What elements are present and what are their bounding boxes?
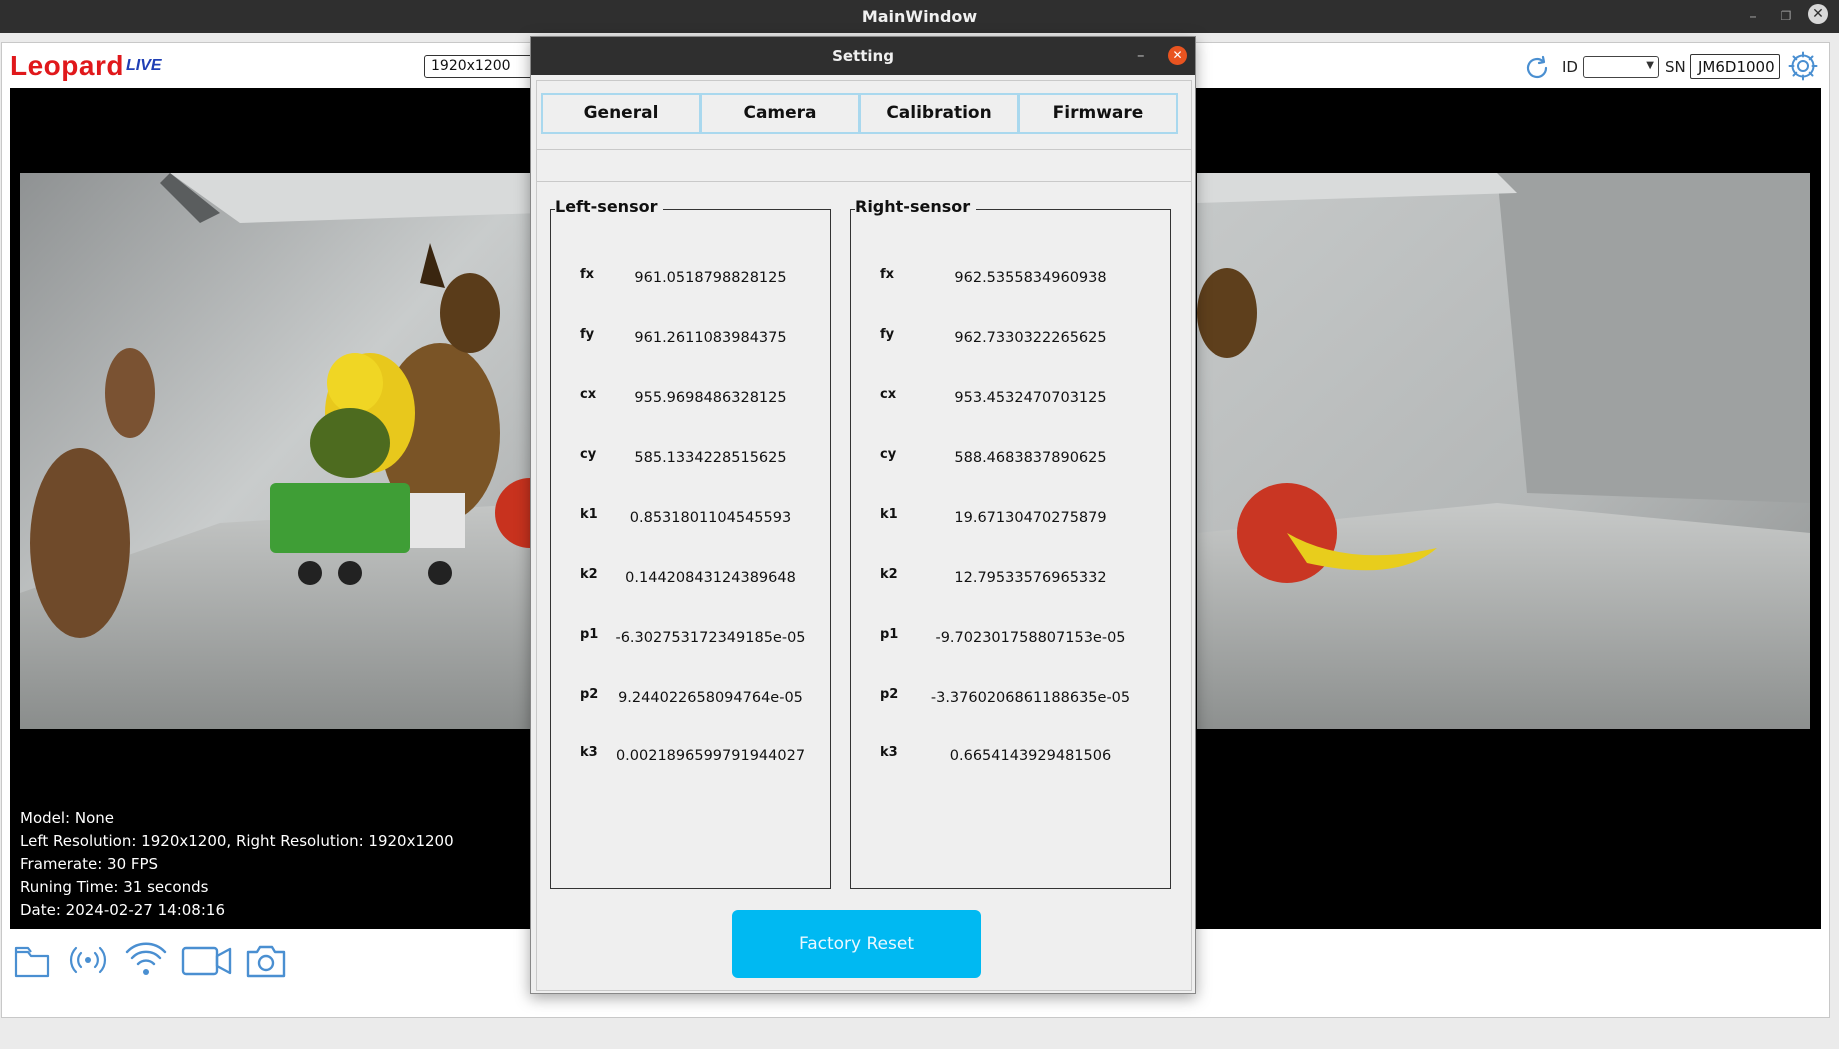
date-info: Date: 2024-02-27 14:08:16 [20,901,225,919]
param-row: p2 -3.3760206861188635e-05 [851,687,1170,717]
param-value: 0.8531801104545593 [629,510,792,526]
folder-icon[interactable] [13,940,51,980]
param-row: fy 962.7330322265625 [851,327,1170,357]
param-row: k2 0.14420843124389648 [551,567,830,597]
param-value: 0.14420843124389648 [625,570,796,586]
right-camera-feed [1197,173,1810,729]
window-titlebar: MainWindow – ❐ ✕ [0,0,1839,33]
param-row: fx 962.5355834960938 [851,267,1170,297]
broadcast-icon[interactable] [68,940,108,980]
param-value: 0.0021896599791944027 [615,748,806,764]
camera-icon[interactable] [245,940,287,980]
param-value: 962.5355834960938 [954,270,1107,286]
live-badge: LIVE [126,57,162,74]
close-icon[interactable]: ✕ [1168,46,1187,65]
close-icon[interactable]: ✕ [1808,4,1828,24]
param-value: 953.4532470703125 [954,390,1107,406]
tab-camera[interactable]: Camera [700,93,860,134]
dialog-title: Setting [832,47,894,65]
param-value: 961.2611083984375 [634,330,787,346]
param-value: -3.3760206861188635e-05 [930,690,1131,706]
minimize-icon[interactable]: – [1742,5,1764,27]
param-value: 19.67130470275879 [954,510,1107,526]
param-value: 9.244022658094764e-05 [618,690,803,706]
runtime-info: Runing Time: 31 seconds [20,878,209,896]
resolution-info: Left Resolution: 1920x1200, Right Resolu… [20,832,454,850]
left-sensor-title: Left-sensor [555,197,664,216]
resolution-select[interactable]: 1920x1200 [424,55,534,78]
wifi-icon[interactable] [125,940,167,980]
tab-calibration[interactable]: Calibration [859,93,1019,134]
brand-logo: Leopard LIVE [10,50,162,82]
param-value: -9.702301758807153e-05 [935,630,1126,646]
sn-label: SN [1665,58,1686,76]
param-row: k1 19.67130470275879 [851,507,1170,537]
minimize-icon[interactable]: – [1137,46,1145,64]
chevron-down-icon: ▼ [1646,60,1654,71]
param-row: k2 12.79533576965332 [851,567,1170,597]
status-bar [0,1019,1839,1049]
right-sensor-group: Right-sensor fx 962.5355834960938 fy 962… [850,197,1171,889]
id-select[interactable]: ▼ [1583,56,1659,78]
tab-general[interactable]: General [541,93,701,134]
param-value: 585.1334228515625 [634,450,787,466]
tab-firmware[interactable]: Firmware [1018,93,1178,134]
param-row: k1 0.8531801104545593 [551,507,830,537]
factory-reset-button[interactable]: Factory Reset [732,910,981,978]
dialog-titlebar[interactable]: Setting – ✕ [531,37,1195,75]
param-value: 961.0518798828125 [634,270,787,286]
tab-bar: General Camera Calibration Firmware [541,93,1178,134]
brand-name: Leopard [10,50,124,81]
video-camera-icon[interactable] [181,940,233,980]
param-row: p1 -9.702301758807153e-05 [851,627,1170,657]
left-camera-feed [20,173,540,729]
sn-field[interactable]: JM6D1000 [1690,54,1780,79]
model-info: Model: None [20,809,114,827]
param-row: p1 -6.302753172349185e-05 [551,627,830,657]
refresh-icon[interactable] [1523,54,1551,82]
param-row: cy 588.4683837890625 [851,447,1170,477]
param-row: cx 955.9698486328125 [551,387,830,417]
param-row: k3 0.0021896599791944027 [551,745,830,775]
param-row: cy 585.1334228515625 [551,447,830,477]
left-sensor-group: Left-sensor fx 961.0518798828125 fy 961.… [550,197,831,889]
param-value: 955.9698486328125 [634,390,787,406]
param-value: 962.7330322265625 [954,330,1107,346]
setting-dialog: Setting – ✕ General Camera Calibration F… [530,36,1196,994]
param-value: 12.79533576965332 [954,570,1107,586]
window-title: MainWindow [861,7,978,26]
param-row: cx 953.4532470703125 [851,387,1170,417]
framerate-info: Framerate: 30 FPS [20,855,159,873]
right-sensor-title: Right-sensor [855,197,977,216]
param-row: fy 961.2611083984375 [551,327,830,357]
param-row: k3 0.6654143929481506 [851,745,1170,775]
maximize-icon[interactable]: ❐ [1775,5,1797,27]
stream-info: Model: None Left Resolution: 1920x1200, … [20,807,454,922]
param-value: 588.4683837890625 [954,450,1107,466]
id-label: ID [1562,58,1578,76]
param-row: p2 9.244022658094764e-05 [551,687,830,717]
param-value: -6.302753172349185e-05 [615,630,806,646]
param-value: 0.6654143929481506 [949,748,1112,764]
param-row: fx 961.0518798828125 [551,267,830,297]
gear-icon[interactable] [1787,50,1819,82]
